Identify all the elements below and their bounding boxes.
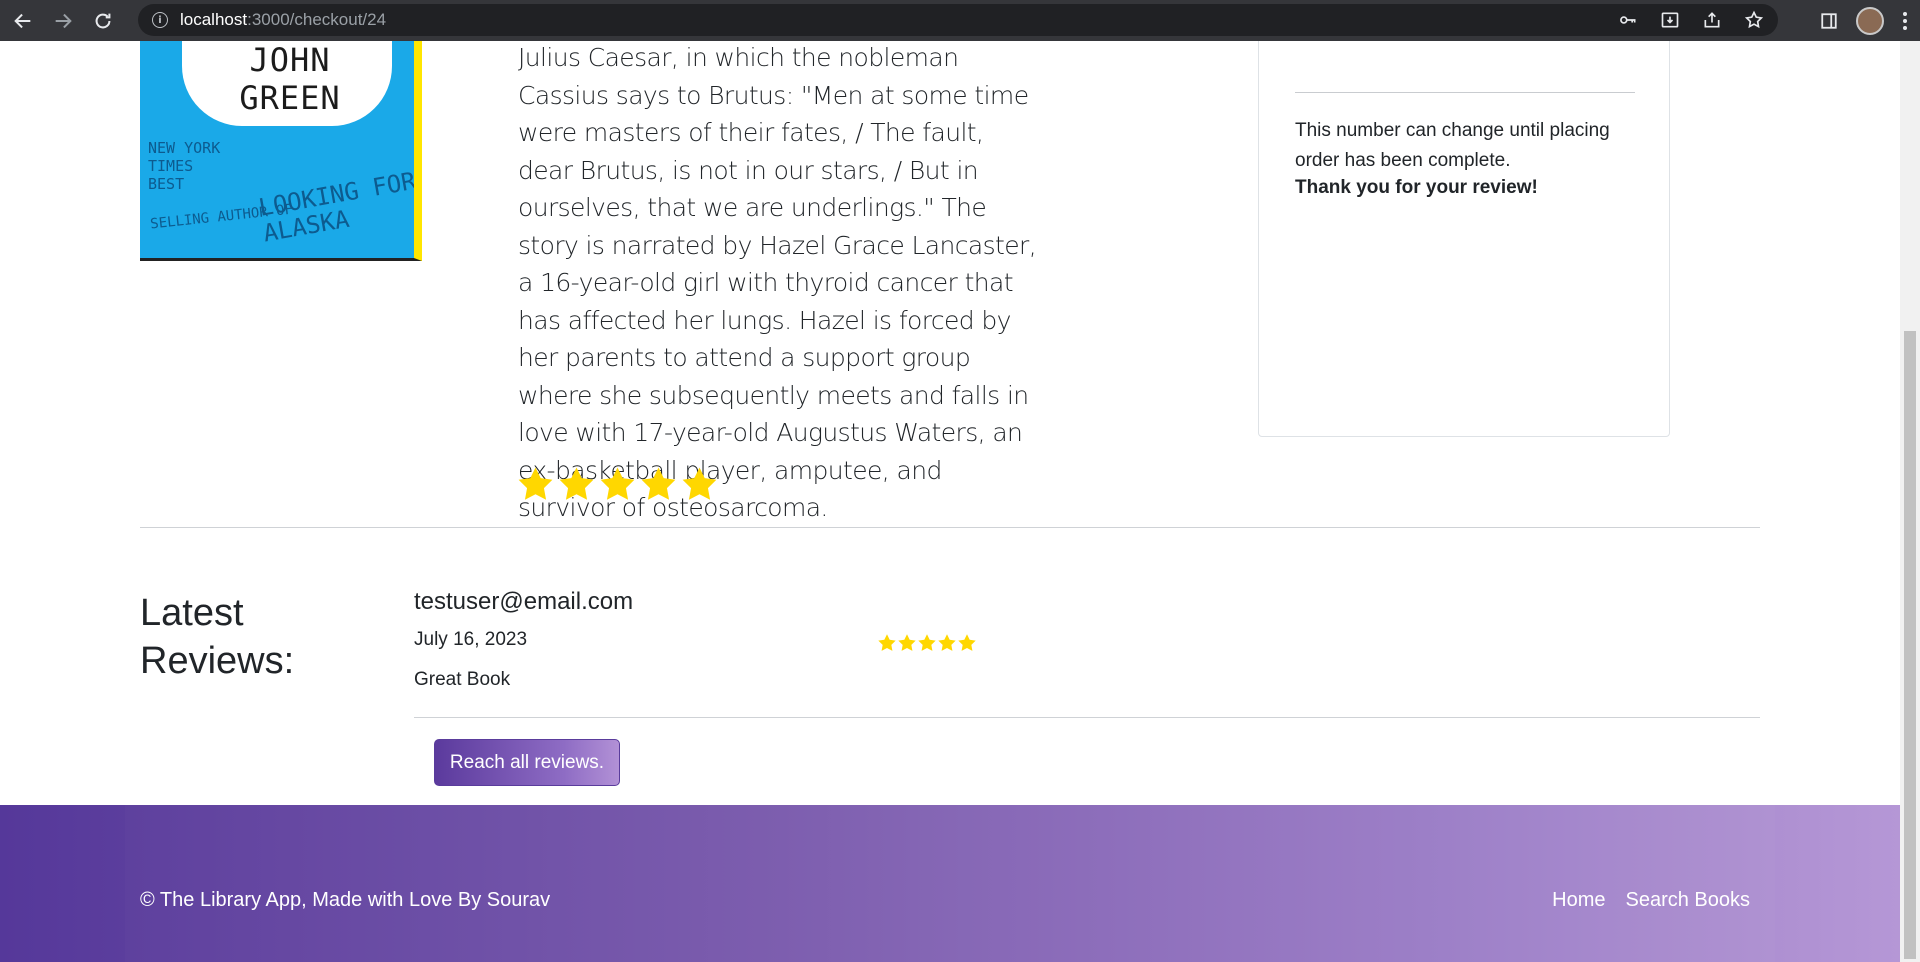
url-host: localhost (180, 10, 248, 29)
latest-reviews-title: Latest Reviews: (140, 592, 295, 682)
scrollbar[interactable] (1900, 41, 1920, 962)
browser-toolbar: i localhost:3000/checkout/24 (0, 0, 1920, 41)
sidebar-icon[interactable] (1820, 12, 1838, 30)
review-thanks: Thank you for your review! (1295, 177, 1538, 198)
forward-icon[interactable] (46, 4, 80, 38)
review-divider (414, 717, 1760, 718)
star-filled-icon (682, 467, 717, 500)
cover-tagline: NEW YORK TIMES BEST (148, 139, 221, 193)
cover-author: JOHN GREEN (239, 41, 341, 117)
star-filled-icon (938, 634, 956, 651)
star-filled-icon (559, 467, 594, 500)
card-divider (1295, 92, 1635, 93)
page-content: JOHN GREEN NEW YORK TIMES BEST SELLING A… (0, 41, 1900, 962)
book-description: Julius Caesar, in which the nobleman Cas… (518, 43, 1037, 522)
reload-icon[interactable] (86, 4, 120, 38)
menu-icon[interactable] (1902, 11, 1908, 31)
section-divider (140, 527, 1760, 528)
avatar[interactable] (1856, 6, 1884, 35)
review-author: testuser@email.com (414, 588, 634, 615)
star-filled-icon (600, 467, 635, 500)
footer-copyright: © The Library App, Made with Love By Sou… (140, 889, 551, 911)
cover-title: LOOKING FOR ALASKA (256, 166, 418, 248)
checkout-card: This number can change until placing ord… (1258, 41, 1670, 437)
star-filled-icon (918, 634, 936, 651)
book-cover: JOHN GREEN NEW YORK TIMES BEST SELLING A… (140, 41, 422, 261)
scrollbar-thumb[interactable] (1904, 331, 1916, 959)
footer-container (125, 805, 1775, 962)
review-date: July 16, 2023 (414, 629, 528, 650)
review-rating (877, 633, 977, 653)
back-icon[interactable] (6, 4, 40, 38)
url-path: :3000/checkout/24 (247, 10, 387, 29)
book-rating (516, 465, 719, 504)
review-text: Great Book (414, 669, 511, 690)
card-note: This number can change until placing ord… (1295, 120, 1610, 171)
star-filled-icon (518, 467, 553, 500)
star-filled-icon (878, 634, 896, 651)
star-icon[interactable] (1744, 10, 1764, 30)
star-filled-icon (641, 467, 676, 500)
info-icon[interactable]: i (152, 12, 168, 28)
star-filled-icon (958, 634, 976, 651)
address-bar[interactable]: i localhost:3000/checkout/24 (138, 4, 1778, 36)
share-icon[interactable] (1702, 10, 1722, 30)
star-filled-icon (898, 634, 916, 651)
install-icon[interactable] (1660, 10, 1680, 30)
footer: © The Library App, Made with Love By Sou… (0, 805, 1900, 962)
url-text: localhost:3000/checkout/24 (180, 10, 386, 30)
footer-link-home[interactable]: Home (1552, 889, 1605, 912)
reach-all-reviews-button[interactable]: Reach all reviews. (434, 739, 620, 786)
footer-nav: Home Search Books (1552, 889, 1750, 912)
footer-link-search-books[interactable]: Search Books (1625, 889, 1750, 912)
key-icon[interactable] (1618, 10, 1638, 30)
